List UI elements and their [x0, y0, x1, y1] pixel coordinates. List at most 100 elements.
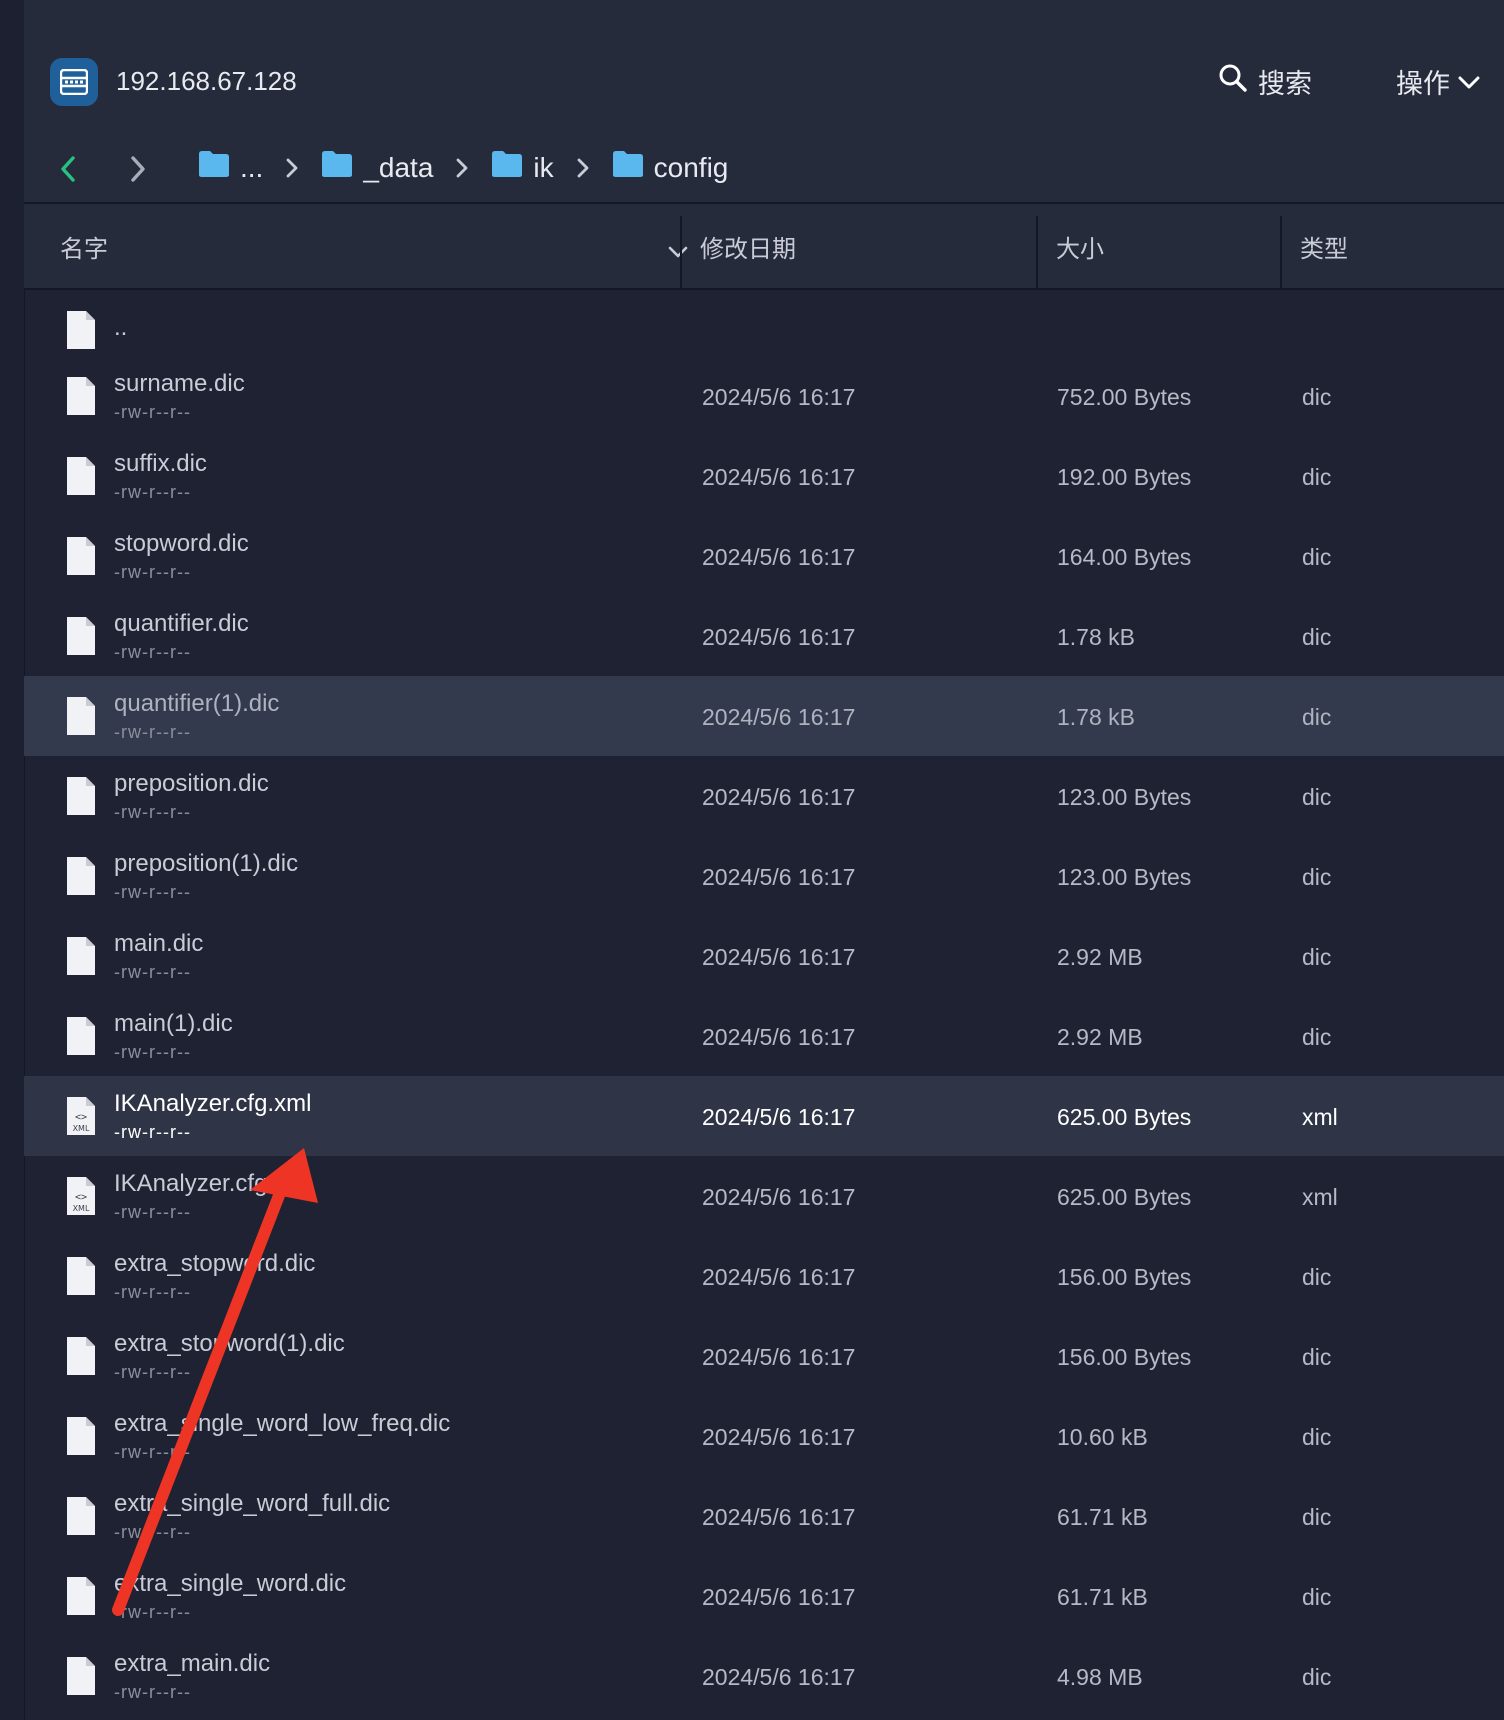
file-permissions: -rw-r--r--: [114, 1362, 191, 1382]
file-row[interactable]: main.dic -rw-r--r-- 2024/5/6 16:17 2.92 MB d…: [24, 916, 1504, 996]
file-row[interactable]: surname.dic -rw-r--r-- 2024/5/6 16:17 752.0…: [24, 356, 1504, 436]
file-name: extra_single_word_full.dic: [114, 1490, 391, 1517]
file-size: 625.00 Bytes: [1057, 1104, 1192, 1130]
file-modified-date: 2024/5/6 16:17: [702, 784, 856, 810]
file-icon: [66, 1416, 96, 1461]
file-browser-window: 192.168.67.128 搜索 操作 ... _data ik config…: [24, 0, 1504, 1720]
file-row[interactable]: stopword.dic -rw-r--r-- 2024/5/6 16:17 164.…: [24, 516, 1504, 596]
file-icon: [66, 616, 96, 661]
file-type: dic: [1302, 1344, 1332, 1370]
file-size: 1.78 kB: [1057, 704, 1135, 730]
column-header-type[interactable]: 类型: [1300, 204, 1500, 288]
breadcrumb-label: _data: [363, 151, 434, 183]
breadcrumb-item-data[interactable]: _data: [321, 150, 433, 185]
file-permissions: -rw-r--r--: [114, 1602, 191, 1622]
column-header-row: 名字 修改日期 大小 类型: [24, 204, 1504, 290]
svg-text:XML: XML: [73, 1204, 90, 1213]
file-row[interactable]: extra_single_word.dic -rw-r--r-- 2024/5/6 …: [24, 1556, 1504, 1636]
file-row[interactable]: quantifier(1).dic -rw-r--r-- 2024/5/6 16:1…: [24, 676, 1504, 756]
file-modified-date: 2024/5/6 16:17: [702, 1184, 856, 1210]
back-button[interactable]: [58, 154, 78, 189]
file-type: dic: [1302, 864, 1332, 890]
file-modified-date: 2024/5/6 16:17: [702, 1424, 856, 1450]
file-type: dic: [1302, 1664, 1332, 1690]
file-size: 2.92 MB: [1057, 1024, 1143, 1050]
file-row[interactable]: extra_single_word_full.dic -rw-r--r-- 2024…: [24, 1476, 1504, 1556]
file-row[interactable]: extra_stopword.dic -rw-r--r-- 2024/5/6 16:…: [24, 1236, 1504, 1316]
file-row[interactable]: extra_main.dic -rw-r--r-- 2024/5/6 16:17 4.…: [24, 1636, 1504, 1716]
file-row[interactable]: quantifier.dic -rw-r--r-- 2024/5/6 16:17 1.…: [24, 596, 1504, 676]
operations-menu-button[interactable]: 操作: [1396, 62, 1480, 101]
host-title: 192.168.67.128: [116, 66, 297, 96]
file-size: 4.98 MB: [1057, 1664, 1143, 1690]
file-type: dic: [1302, 1024, 1332, 1050]
file-permissions: -rw-r--r--: [114, 1522, 191, 1542]
file-modified-date: 2024/5/6 16:17: [702, 704, 856, 730]
file-modified-date: 2024/5/6 16:17: [702, 1264, 856, 1290]
file-name: suffix.dic: [114, 450, 207, 477]
file-type: dic: [1302, 784, 1332, 810]
folder-icon: [491, 150, 523, 185]
file-icon: [66, 696, 96, 741]
column-divider[interactable]: [1036, 216, 1038, 288]
file-permissions: -rw-r--r--: [114, 1442, 191, 1462]
breadcrumb-item-parent[interactable]: ...: [198, 150, 263, 185]
breadcrumb-item-config[interactable]: config: [612, 150, 728, 185]
file-permissions: -rw-r--r--: [114, 1282, 191, 1302]
file-icon: [66, 1256, 96, 1301]
toolbar: 192.168.67.128 搜索 操作 ... _data ik config: [24, 0, 1504, 204]
file-type: dic: [1302, 1424, 1332, 1450]
folder-icon: [612, 150, 644, 185]
file-row[interactable]: extra_single_word_low_freq.dic -rw-r--r--…: [24, 1396, 1504, 1476]
file-size: 123.00 Bytes: [1057, 864, 1192, 890]
svg-text:<>: <>: [75, 1112, 87, 1123]
column-divider[interactable]: [1280, 216, 1282, 288]
file-icon: [66, 456, 96, 501]
server-icon: [50, 58, 98, 106]
file-permissions: -rw-r--r--: [114, 402, 191, 422]
column-divider[interactable]: [680, 216, 682, 288]
file-icon: [66, 1016, 96, 1061]
file-size: 164.00 Bytes: [1057, 544, 1192, 570]
file-name: extra_stopword.dic: [114, 1250, 316, 1277]
file-type: xml: [1302, 1184, 1338, 1210]
file-modified-date: 2024/5/6 16:17: [702, 1344, 856, 1370]
file-icon: [66, 1656, 96, 1701]
file-permissions: -rw-r--r--: [114, 722, 191, 742]
file-permissions: -rw-r--r--: [114, 1202, 191, 1222]
file-row[interactable]: preposition(1).dic -rw-r--r-- 2024/5/6 16:…: [24, 836, 1504, 916]
file-permissions: -rw-r--r--: [114, 562, 191, 582]
file-name: preposition.dic: [114, 770, 269, 797]
file-size: 61.71 kB: [1057, 1504, 1148, 1530]
file-size: 61.71 kB: [1057, 1584, 1148, 1610]
file-size: 625.00 Bytes: [1057, 1184, 1192, 1210]
file-modified-date: 2024/5/6 16:17: [702, 1664, 856, 1690]
file-row[interactable]: suffix.dic -rw-r--r-- 2024/5/6 16:17 192.00…: [24, 436, 1504, 516]
file-row[interactable]: <> XML IKAnalyzer.cfg.xml -rw-r--r-- 2024/5/…: [24, 1156, 1504, 1236]
operations-label: 操作: [1396, 69, 1450, 99]
file-row[interactable]: main(1).dic -rw-r--r-- 2024/5/6 16:17 2.92 …: [24, 996, 1504, 1076]
search-button[interactable]: 搜索: [1218, 62, 1312, 101]
breadcrumb-label: ...: [240, 151, 264, 183]
column-header-label: 类型: [1300, 235, 1348, 263]
file-row[interactable]: extra_stopword(1).dic -rw-r--r-- 2024/5/6 …: [24, 1316, 1504, 1396]
file-modified-date: 2024/5/6 16:17: [702, 1104, 856, 1130]
chevron-right-icon: [455, 157, 469, 179]
folder-icon: [321, 150, 353, 185]
file-row[interactable]: preposition.dic -rw-r--r-- 2024/5/6 16:17 1…: [24, 756, 1504, 836]
file-name: extra_stopword(1).dic: [114, 1330, 345, 1357]
breadcrumb-item-ik[interactable]: ik: [491, 150, 554, 185]
file-modified-date: 2024/5/6 16:17: [702, 384, 856, 410]
column-header-modified[interactable]: 修改日期: [700, 204, 1030, 288]
column-header-label: 大小: [1056, 235, 1104, 263]
file-name: IKAnalyzer.cfg.xml: [114, 1170, 312, 1197]
file-size: 2.92 MB: [1057, 944, 1143, 970]
window-left-edge: [0, 0, 25, 1720]
file-size: 156.00 Bytes: [1057, 1264, 1192, 1290]
file-row[interactable]: <> XML IKAnalyzer.cfg.xml -rw-r--r-- 2024/5/…: [24, 1076, 1504, 1156]
file-icon: [66, 936, 96, 981]
forward-button[interactable]: [128, 154, 148, 189]
file-name: extra_single_word.dic: [114, 1570, 347, 1597]
column-header-name[interactable]: 名字: [60, 204, 696, 288]
column-header-size[interactable]: 大小: [1056, 204, 1276, 288]
